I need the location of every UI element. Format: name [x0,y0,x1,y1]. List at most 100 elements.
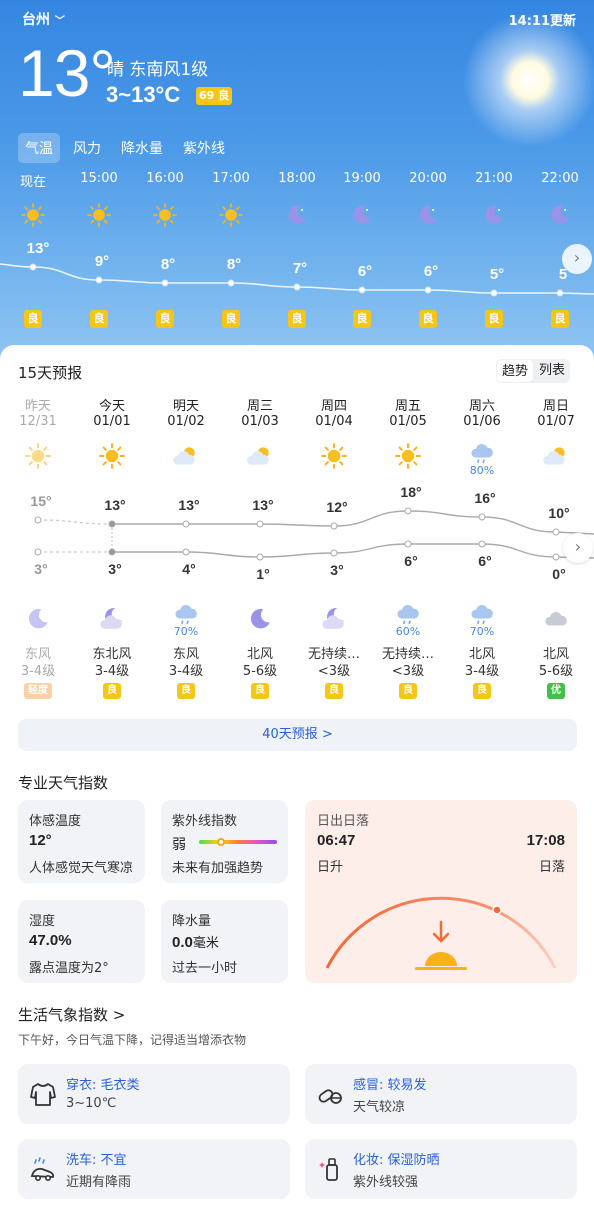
daily-next-button[interactable]: › [563,533,593,563]
daily-night-precip: 70% [469,625,495,638]
car-wash-icon [28,1154,58,1184]
pills-icon [315,1079,345,1109]
daily-day: 昨天 [24,399,51,414]
precipitation-value: 0.0 [172,934,193,951]
moon-cloud-icon [99,606,125,632]
daily-wind-level: 3-4级 [464,664,500,679]
sweater-icon [28,1079,58,1109]
daily-aqi-badge[interactable]: 轻度 [24,683,52,699]
sun-arc-diagram [325,896,557,970]
precipitation-unit: 毫米 [192,936,219,951]
rain-cloud-icon [469,599,495,625]
daily-day: 今天 [98,399,125,414]
life-index-card[interactable]: 穿衣: 毛衣类 3~10℃ [18,1064,290,1124]
humidity-label: 湿度 [29,914,56,929]
moon-icon [25,606,51,632]
humidity-card[interactable]: 湿度 47.0% 露点温度为2° [18,900,145,983]
daily-aqi-badge[interactable]: 良 [399,683,417,699]
daily-wind-level: 3-4级 [94,664,130,679]
sun-icon [395,443,421,469]
life-greeting: 下午好，今日气温下降，记得适当增添衣物 [18,1033,247,1047]
daily-aqi-badge[interactable]: 良 [251,683,269,699]
life-index-card[interactable]: 洗车: 不宜 近期有降雨 [18,1139,290,1199]
sunset-icon [415,920,467,970]
daily-low: 1° [256,566,270,582]
daily-aqi-badge[interactable]: 良 [177,683,195,699]
daily-wind-level: 3-4级 [168,664,204,679]
daily-aqi-badge[interactable]: 良 [325,683,343,699]
daily-day-precip: 80% [469,464,495,477]
daily-date: 01/05 [389,414,427,429]
daily-date: 01/06 [463,414,501,429]
life-index-title: 化妆: 保湿防晒 [353,1153,440,1168]
daily-low-point [404,540,412,548]
daily-low: 0° [552,566,566,582]
sunset-time: 17:08 [526,832,565,849]
uv-card[interactable]: 紫外线指数 弱 未来有加强趋势 [161,800,288,883]
daily-aqi-badge[interactable]: 良 [103,683,121,699]
feels-like-label: 体感温度 [29,814,82,829]
daily-night-precip: 70% [173,625,199,638]
daily-date: 01/02 [167,414,205,429]
daily-high: 13° [252,497,274,513]
precipitation-card[interactable]: 降水量 0.0毫米 过去一小时 [161,900,288,983]
daily-high: 15° [30,493,52,509]
life-index-card[interactable]: 感冒: 较易发 天气较凉 [305,1064,577,1124]
weather-app: 台州 ﹀ 14:11更新 13° 晴 东南风1级 3~13°C 69 良 气温 … [0,0,594,1213]
daily-low: 3° [108,561,122,577]
daily-high-point [330,522,338,530]
life-index-card[interactable]: 化妆: 保湿防晒 紫外线较强 [305,1139,577,1199]
feels-like-card[interactable]: 体感温度 12° 人体感觉天气寒凉 [18,800,145,883]
daily-high: 10° [548,505,570,521]
moon-cloud-icon [321,606,347,632]
daily-high-point [256,520,264,528]
daily-low: 6° [478,553,492,569]
daily-high: 16° [474,490,496,506]
life-index-desc: 近期有降雨 [66,1175,132,1190]
forecast-40-days-button[interactable]: 40天预报 > [18,719,577,751]
daily-low-point [330,549,338,557]
daily-date: 01/04 [315,414,353,429]
sun-icon [99,443,125,469]
partly-cloudy-icon [173,443,199,469]
life-index-title[interactable]: 生活气象指数 > [18,1004,125,1025]
life-index-desc: 紫外线较强 [353,1175,419,1190]
daily-date: 01/03 [241,414,279,429]
uv-value: 弱 [172,837,186,853]
daily-high: 13° [104,497,126,513]
daily-wind-level: 5-6级 [242,664,278,679]
feels-like-note: 人体感觉天气寒凉 [29,861,134,876]
daily-day: 明天 [172,399,199,414]
daily-high: 12° [326,499,348,515]
sun-label: 日出日落 [317,814,370,829]
daily-low-point [108,548,116,556]
humidity-value: 47.0% [29,932,72,949]
life-index-title: 穿衣: 毛衣类 [66,1078,140,1093]
daily-low-point [34,548,42,556]
partly-cloudy-icon [543,443,569,469]
daily-aqi-badge[interactable]: 良 [473,683,491,699]
feels-like-value: 12° [29,832,52,849]
daily-low-point [478,540,486,548]
precipitation-note: 过去一小时 [172,961,238,976]
humidity-note: 露点温度为2° [29,961,109,976]
daily-day: 周五 [394,399,421,414]
partly-cloudy-icon [247,443,273,469]
daily-day: 周四 [320,399,347,414]
daily-date: 12/31 [19,414,57,429]
moon-icon [247,606,273,632]
daily-night-precip: 60% [395,625,421,638]
daily-low: 3° [34,561,48,577]
life-index-desc: 3~10℃ [66,1096,117,1111]
life-index-title: 洗车: 不宜 [66,1153,127,1168]
precipitation-label: 降水量 [172,914,212,929]
uv-marker [217,838,225,846]
cosmetics-icon [315,1154,345,1184]
daily-high-point [404,507,412,515]
sunrise-sunset-card[interactable]: 日出日落 06:47 日升 17:08 日落 [305,800,577,983]
rain-cloud-icon [469,438,495,464]
daily-aqi-badge[interactable]: 优 [547,683,565,699]
daily-date: 01/01 [93,414,131,429]
daily-high-point [478,513,486,521]
daily-wind-level: 5-6级 [538,664,574,679]
